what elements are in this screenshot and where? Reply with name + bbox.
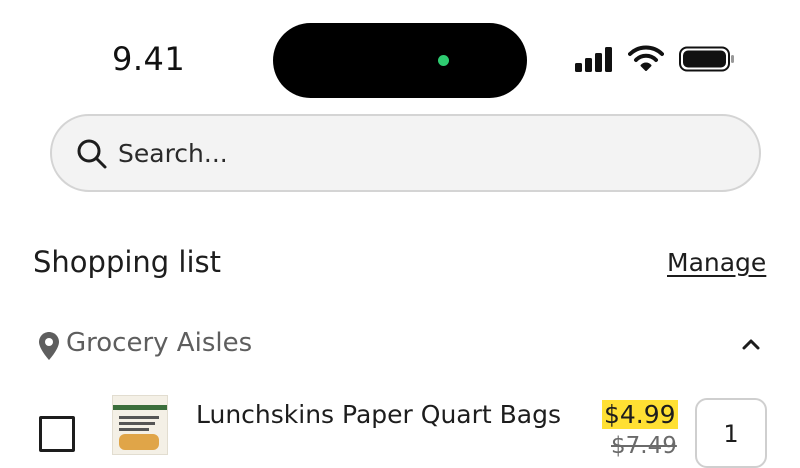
location-pin-icon <box>39 332 59 360</box>
dynamic-island <box>273 23 527 98</box>
product-name[interactable]: Lunchskins Paper Quart Bags <box>196 397 576 433</box>
page-title: Shopping list <box>33 245 222 279</box>
privacy-indicator-dot <box>438 55 449 66</box>
wifi-icon <box>628 45 664 71</box>
status-time: 9.41 <box>112 40 186 78</box>
quantity-selector[interactable]: 1 <box>695 398 767 468</box>
section-label[interactable]: Grocery Aisles <box>66 328 252 358</box>
original-price: $7.49 <box>611 433 677 459</box>
manage-link[interactable]: Manage <box>667 248 766 277</box>
search-icon <box>77 139 107 169</box>
quantity-value: 1 <box>723 420 739 448</box>
chevron-up-icon[interactable] <box>740 336 762 352</box>
search-input[interactable] <box>118 139 718 168</box>
item-checkbox[interactable] <box>39 416 75 452</box>
battery-icon <box>679 46 734 72</box>
sale-price: $4.99 <box>602 400 678 429</box>
cellular-signal-icon <box>575 46 615 72</box>
product-thumbnail[interactable] <box>112 395 168 455</box>
